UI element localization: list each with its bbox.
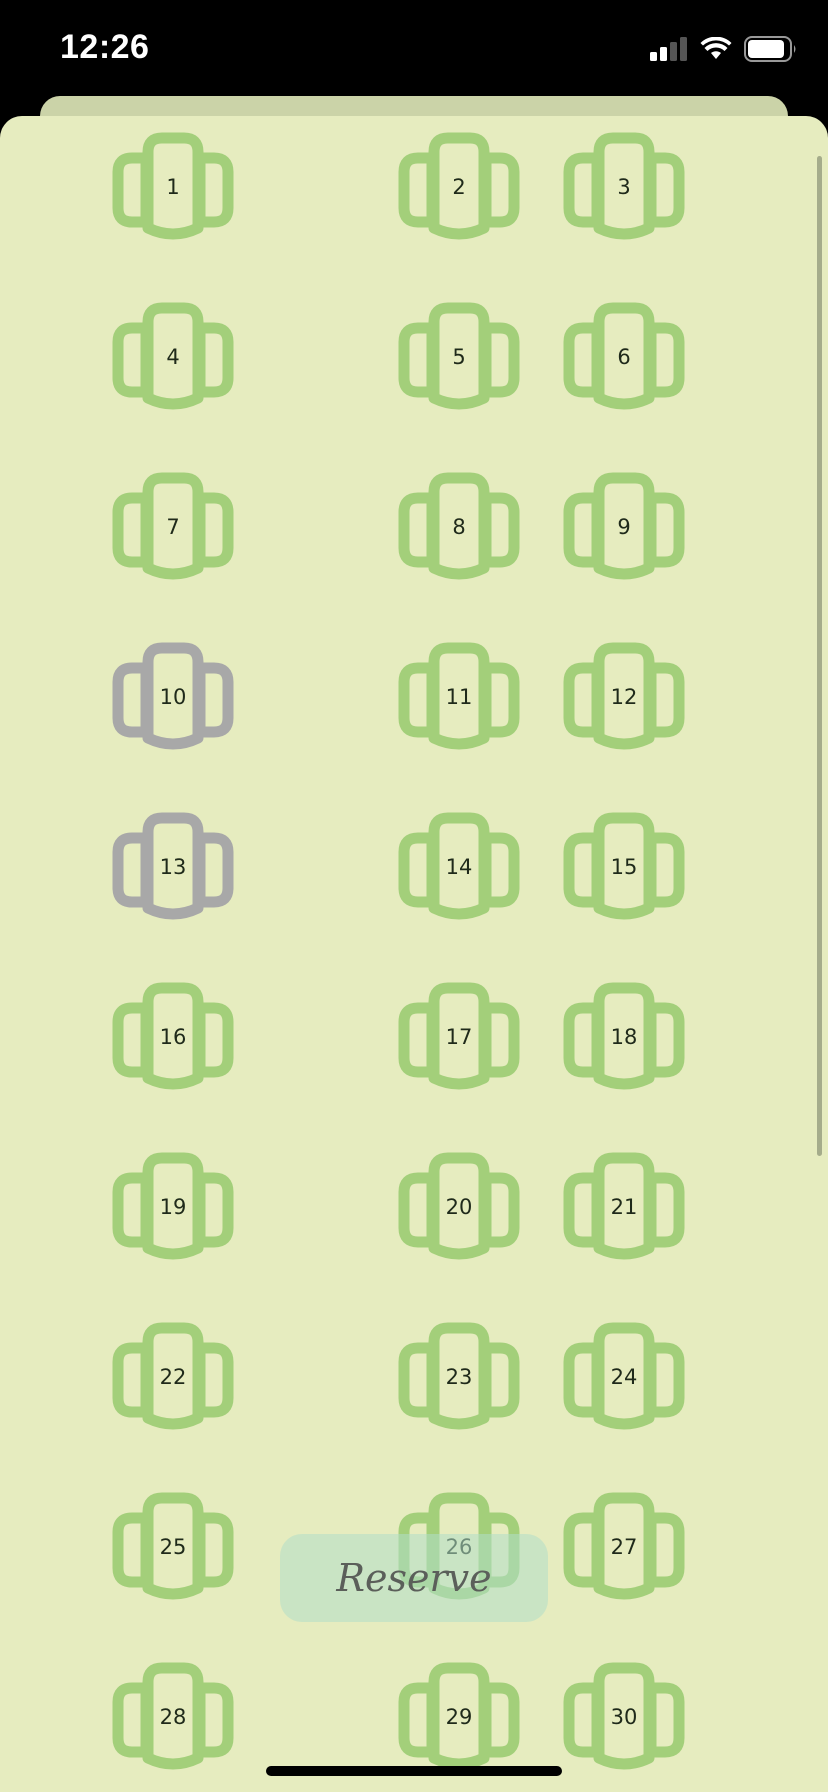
seat-18[interactable]: 18 (561, 980, 687, 1094)
seat-number: 12 (610, 685, 638, 709)
seat-number: 21 (610, 1195, 638, 1219)
seat-number: 23 (445, 1365, 473, 1389)
seat-20[interactable]: 20 (396, 1150, 522, 1264)
signal-icon (650, 37, 687, 61)
seat-2[interactable]: 2 (396, 130, 522, 244)
seat-number: 10 (159, 685, 187, 709)
seat-24[interactable]: 24 (561, 1320, 687, 1434)
seat-22[interactable]: 22 (110, 1320, 236, 1434)
seat-number: 19 (159, 1195, 187, 1219)
seat-3[interactable]: 3 (561, 130, 687, 244)
seat-number: 22 (159, 1365, 187, 1389)
seat-7[interactable]: 7 (110, 470, 236, 584)
seat-number: 5 (452, 345, 466, 369)
seat-8[interactable]: 8 (396, 470, 522, 584)
seat-number: 11 (445, 685, 473, 709)
scrollbar[interactable] (817, 156, 822, 1156)
seat-number: 3 (617, 175, 631, 199)
seat-14[interactable]: 14 (396, 810, 522, 924)
wifi-icon (700, 37, 732, 59)
seat-number: 14 (445, 855, 473, 879)
seat-number: 4 (166, 345, 180, 369)
seat-13[interactable]: 13 (110, 810, 236, 924)
seat-number: 1 (166, 175, 180, 199)
seat-23[interactable]: 23 (396, 1320, 522, 1434)
seat-number: 7 (166, 515, 180, 539)
seat-10[interactable]: 10 (110, 640, 236, 754)
seat-number: 18 (610, 1025, 638, 1049)
seat-5[interactable]: 5 (396, 300, 522, 414)
seat-25[interactable]: 25 (110, 1490, 236, 1604)
status-icons (650, 36, 798, 62)
seat-number: 30 (610, 1705, 638, 1729)
seat-number: 27 (610, 1535, 638, 1559)
seat-6[interactable]: 6 (561, 300, 687, 414)
seat-12[interactable]: 12 (561, 640, 687, 754)
seat-28[interactable]: 28 (110, 1660, 236, 1774)
home-indicator[interactable] (266, 1766, 562, 1776)
seat-21[interactable]: 21 (561, 1150, 687, 1264)
seat-15[interactable]: 15 (561, 810, 687, 924)
seat-number: 24 (610, 1365, 638, 1389)
seat-30[interactable]: 30 (561, 1660, 687, 1774)
seat-number: 29 (445, 1705, 473, 1729)
seat-number: 13 (159, 855, 187, 879)
battery-icon (744, 36, 796, 62)
seat-number: 16 (159, 1025, 187, 1049)
seat-number: 9 (617, 515, 631, 539)
seat-19[interactable]: 19 (110, 1150, 236, 1264)
seat-16[interactable]: 16 (110, 980, 236, 1094)
seat-27[interactable]: 27 (561, 1490, 687, 1604)
seat-11[interactable]: 11 (396, 640, 522, 754)
seat-number: 8 (452, 515, 466, 539)
seat-29[interactable]: 29 (396, 1660, 522, 1774)
seat-number: 20 (445, 1195, 473, 1219)
seat-9[interactable]: 9 (561, 470, 687, 584)
seat-number: 17 (445, 1025, 473, 1049)
status-bar: 12:26 (0, 0, 828, 96)
seat-17[interactable]: 17 (396, 980, 522, 1094)
seat-number: 2 (452, 175, 466, 199)
seat-number: 15 (610, 855, 638, 879)
seat-4[interactable]: 4 (110, 300, 236, 414)
seat-number: 6 (617, 345, 631, 369)
reserve-button[interactable]: Reserve (280, 1534, 548, 1622)
seat-number: 28 (159, 1705, 187, 1729)
seat-map-sheet[interactable]: 1 2 3 4 5 6 7 8 9 10 11 12 13 14 15 16 1… (0, 116, 828, 1792)
seat-number: 25 (159, 1535, 187, 1559)
status-time: 12:26 (60, 28, 150, 66)
seat-1[interactable]: 1 (110, 130, 236, 244)
